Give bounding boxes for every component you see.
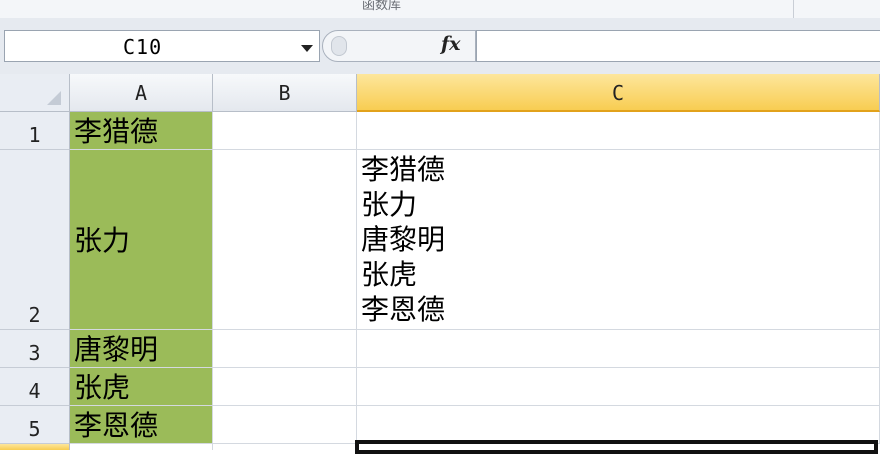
cell-b2[interactable] [213, 150, 357, 330]
row-header-3[interactable]: 3 [0, 330, 70, 368]
cell-a5[interactable]: 李恩德 [70, 406, 213, 444]
cell-c5[interactable] [357, 406, 880, 444]
column-header-a[interactable]: A [70, 74, 213, 112]
spreadsheet-grid: A B C 1 2 3 4 5 李猎德 张力 唐黎明 张虎 李恩德 李猎德 张力… [0, 74, 880, 454]
cell-c2[interactable]: 李猎德 张力 唐黎明 张虎 李恩德 [357, 150, 880, 330]
ribbon-strip: 函数库 [0, 0, 880, 19]
row-number: 1 [28, 123, 41, 147]
cell-b4[interactable] [213, 368, 357, 406]
cell-a3-text: 唐黎明 [74, 333, 159, 366]
active-cell[interactable] [355, 440, 878, 454]
cell-c2-line: 张虎 [361, 258, 418, 291]
row-header-6[interactable] [0, 444, 70, 450]
select-all-button[interactable] [0, 74, 70, 112]
formula-tools: fx [322, 30, 476, 62]
cell-c2-line: 张力 [361, 188, 418, 221]
cell-c2-lines: 李猎德 张力 唐黎明 张虎 李恩德 [361, 152, 445, 327]
cell-b1[interactable] [213, 112, 357, 150]
resize-handle-icon[interactable] [331, 36, 347, 56]
cell-c3[interactable] [357, 330, 880, 368]
cell-a1-text: 李猎德 [74, 115, 159, 148]
cell-a5-text: 李恩德 [74, 409, 159, 442]
row-number: 5 [28, 417, 41, 441]
cell-c2-line: 李猎德 [361, 153, 446, 186]
row-header-1[interactable]: 1 [0, 112, 70, 150]
chevron-down-icon[interactable] [301, 45, 313, 52]
cell-b3[interactable] [213, 330, 357, 368]
cell-a1[interactable]: 李猎德 [70, 112, 213, 150]
row-header-5[interactable]: 5 [0, 406, 70, 444]
cell-a2[interactable]: 张力 [70, 150, 213, 330]
cell-a4-text: 张虎 [74, 371, 131, 404]
cell-a3[interactable]: 唐黎明 [70, 330, 213, 368]
row-number: 2 [28, 303, 41, 327]
ribbon-separator [793, 0, 794, 18]
cell-c4[interactable] [357, 368, 880, 406]
insert-function-icon[interactable]: fx [441, 33, 461, 55]
cell-c2-line: 唐黎明 [361, 223, 446, 256]
cell-b5[interactable] [213, 406, 357, 444]
formula-input[interactable] [476, 30, 880, 62]
row-header-4[interactable]: 4 [0, 368, 70, 406]
select-all-icon [47, 91, 61, 105]
formula-bar: C10 fx [0, 18, 880, 75]
cell-a6[interactable] [70, 444, 213, 450]
ribbon-group-label: 函数库 [362, 0, 402, 13]
name-box[interactable]: C10 [4, 30, 320, 62]
row-number: 3 [28, 341, 41, 365]
cell-c1[interactable] [357, 112, 880, 150]
name-box-value: C10 [123, 35, 163, 59]
cell-a4[interactable]: 张虎 [70, 368, 213, 406]
row-number: 4 [28, 379, 41, 403]
column-header-c[interactable]: C [357, 74, 880, 112]
row-header-2[interactable]: 2 [0, 150, 70, 330]
cell-b6[interactable] [213, 444, 357, 450]
cell-a2-text: 张力 [74, 224, 131, 257]
column-header-b[interactable]: B [213, 74, 357, 112]
cell-c2-line: 李恩德 [361, 293, 446, 326]
